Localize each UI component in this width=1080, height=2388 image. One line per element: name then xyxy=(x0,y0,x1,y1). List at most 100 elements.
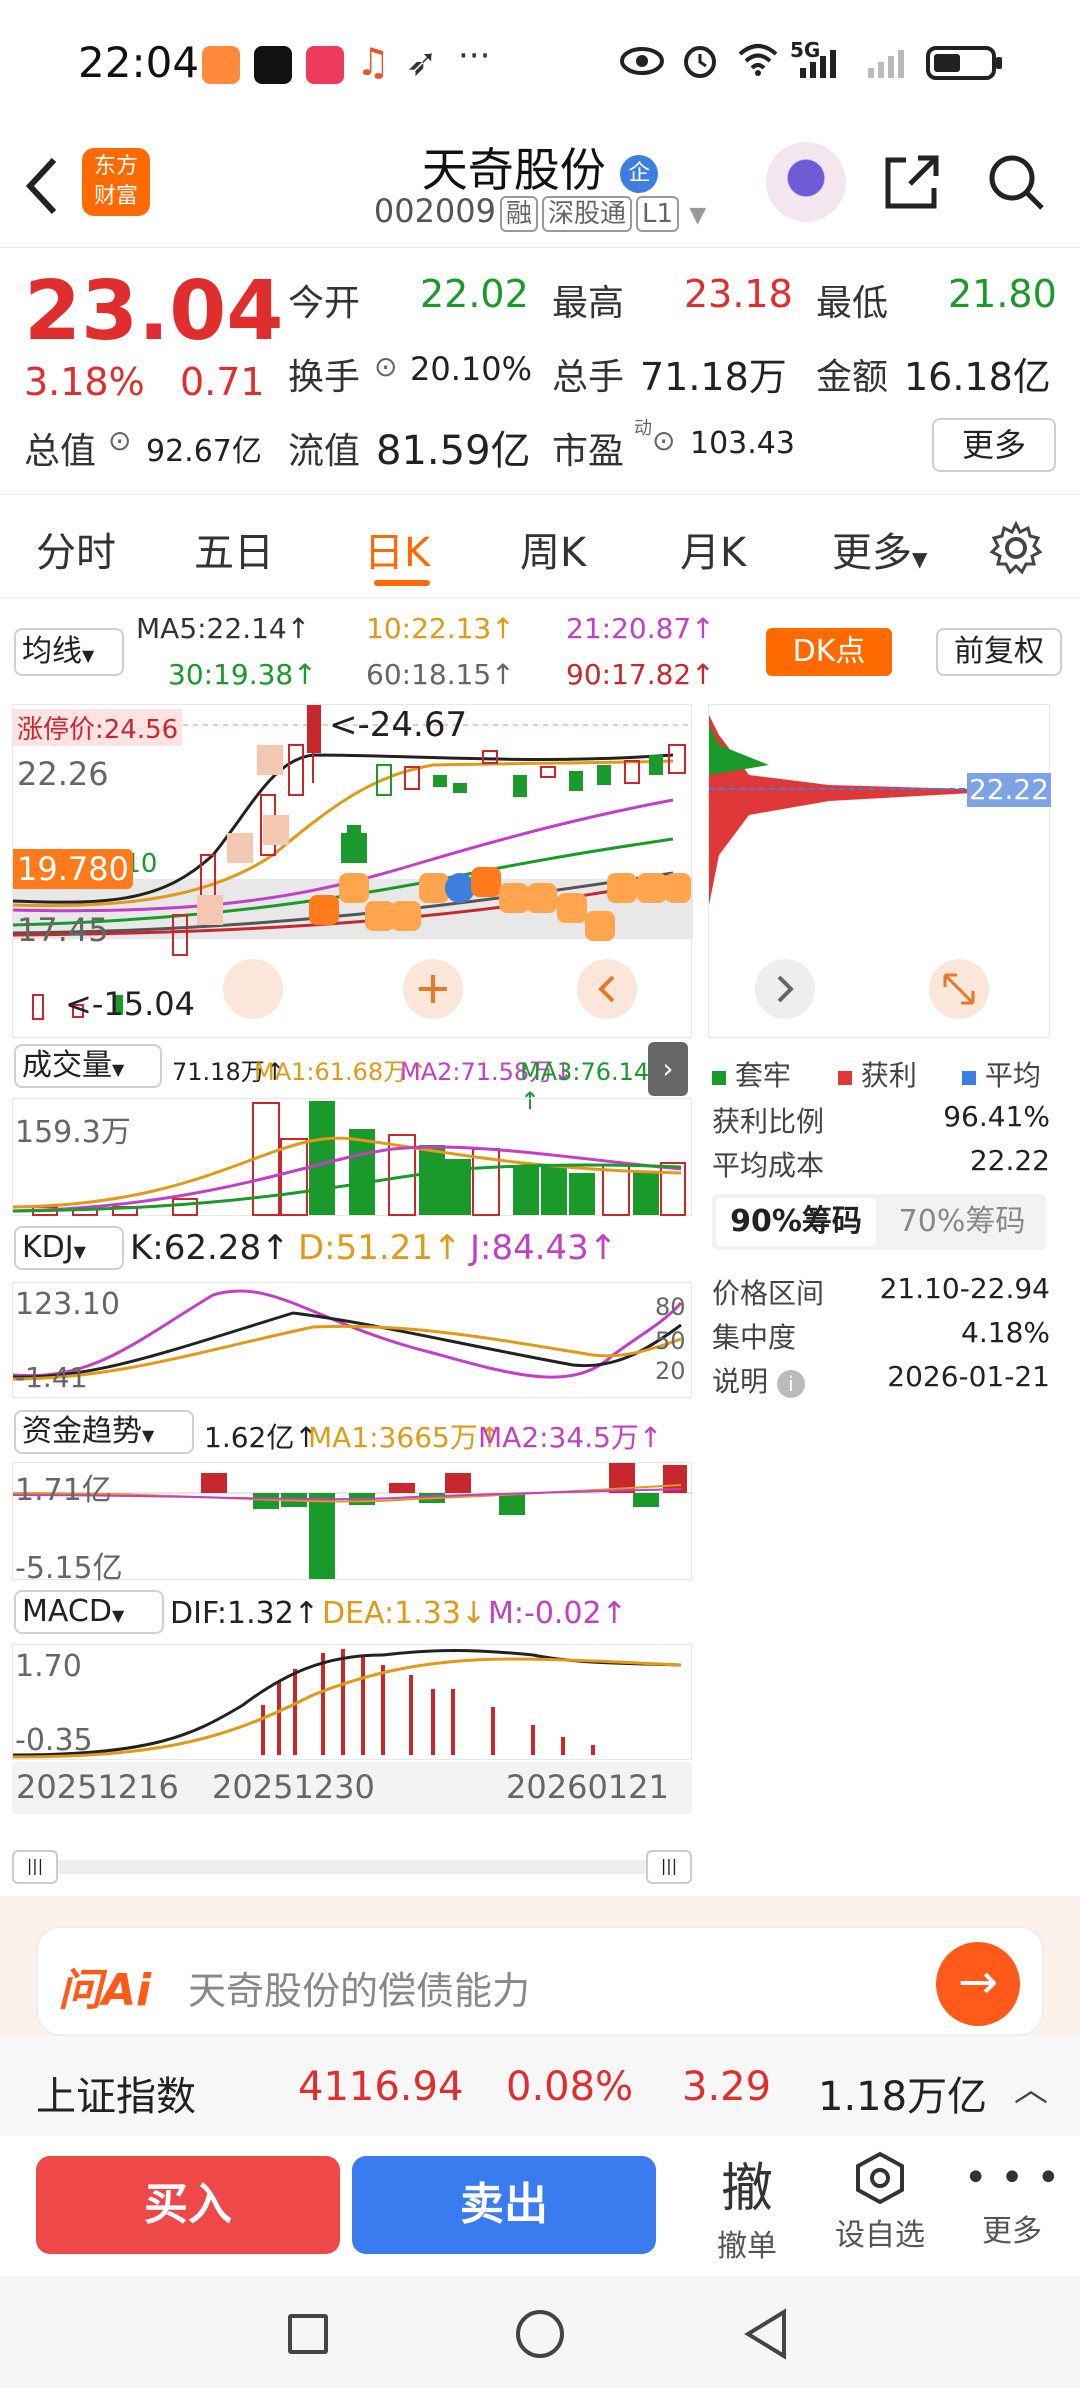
chip-distribution-chart[interactable]: 22.22 xyxy=(708,704,1051,1038)
settings-gear-icon[interactable] xyxy=(988,520,1044,576)
cancel-icon: 撤 xyxy=(720,2159,773,2219)
period-tabs: 分时 五日 日K 周K 月K 更多▼ xyxy=(0,498,1080,598)
current-price-tag: 19.780 xyxy=(13,849,133,889)
tab-chip-70[interactable]: 70%筹码 xyxy=(882,1198,1042,1246)
profit-chips xyxy=(709,715,1009,905)
note-label[interactable]: 说明 i xyxy=(712,1360,805,1400)
macd-chart[interactable]: 1.70 -0.35 xyxy=(12,1644,692,1760)
caret-down-icon: ▼ xyxy=(912,547,928,571)
pe-superscript: 动 xyxy=(634,418,652,439)
note-date: 2026-01-21 xyxy=(887,1360,1050,1393)
float-value: 81.59亿 xyxy=(376,428,531,474)
date-axis: 20251216 20251230 20260121 xyxy=(12,1762,692,1814)
ai-question-text[interactable]: 天奇股份的偿债能力 xyxy=(188,1960,530,2015)
legend-locked: 套牢 xyxy=(712,1054,791,1094)
more-quote-button[interactable]: 更多 xyxy=(932,418,1056,472)
profit-ratio-value: 96.41% xyxy=(943,1100,1050,1133)
caret-down-icon: ▼ xyxy=(112,1060,125,1079)
chevron-down-icon[interactable]: ▼ xyxy=(689,203,706,228)
ma-selector[interactable]: 均线▼ xyxy=(14,628,124,676)
chart-range-scrollbar[interactable]: ||| ||| xyxy=(12,1850,692,1884)
limit-up-label: 涨停价:24.56 xyxy=(13,709,183,746)
cancel-order-button[interactable]: 撤 撤单 xyxy=(700,2146,794,2265)
more-actions-button[interactable]: • • • 更多 xyxy=(960,2150,1064,2250)
date-label-2: 20251230 xyxy=(212,1768,375,1806)
add-watchlist-button[interactable]: 设自选 xyxy=(820,2150,940,2254)
dk-point-button[interactable]: DK点 xyxy=(766,628,892,676)
ai-robot-avatar-icon[interactable] xyxy=(766,142,846,222)
amount-label: 金额 xyxy=(816,357,889,398)
fund-selector[interactable]: 资金趋势▼ xyxy=(14,1410,194,1454)
info-icon[interactable]: i xyxy=(776,1370,805,1398)
tab-more[interactable]: 更多▼ xyxy=(832,520,927,578)
market-index-bar[interactable]: 上证指数 4116.94 0.08% 3.29 1.18万亿 ︿ xyxy=(0,2036,1080,2136)
kdj-y-low: -1.41 xyxy=(15,1361,88,1394)
chip-next-bg xyxy=(755,959,815,1019)
high-marker: <-24.67 xyxy=(329,705,468,745)
search-icon[interactable] xyxy=(984,150,1048,214)
y-axis-low-value: 15.04 xyxy=(103,985,195,1023)
kdj-chart[interactable]: 123.10 -1.41 80 50 20 xyxy=(12,1282,692,1398)
fund-selector-label: 资金趋势 xyxy=(22,1414,142,1449)
more-label: 更多 xyxy=(982,2214,1042,2249)
legend-avg-label: 平均 xyxy=(984,1059,1041,1092)
kdj-y-top: 123.10 xyxy=(15,1287,120,1322)
trade-bar: 买入 卖出 撤 撤单 设自选 • • • 更多 xyxy=(0,2136,1080,2276)
range-handle-right[interactable]: ||| xyxy=(646,1850,692,1884)
tab-monthly-k[interactable]: 月K xyxy=(680,520,746,578)
kline-chart[interactable]: 涨停价:24.56 <-24.67 22.26 20.10 19.780 17.… xyxy=(12,704,693,1038)
margin-tag: 融 xyxy=(500,196,539,232)
price-range-label: 价格区间 xyxy=(712,1277,825,1310)
info-icon[interactable]: ⊙ xyxy=(108,424,131,457)
chip-avg-price: 22.22 xyxy=(967,773,1051,807)
caret-down-icon: ▼ xyxy=(111,1606,125,1625)
quote-panel: 23.04 3.18% 0.71 今开 22.02 最高 23.18 最低 21… xyxy=(0,250,1080,495)
macd-selector[interactable]: MACD▼ xyxy=(14,1590,164,1634)
kdj-level-50: 50 xyxy=(655,1327,686,1355)
more-dots-icon: • • • xyxy=(963,2155,1061,2201)
enterprise-badge: 企 xyxy=(620,154,659,193)
status-time: 22:04 xyxy=(78,38,200,87)
tab-chip-90[interactable]: 90%筹码 xyxy=(716,1198,876,1246)
high-label: 最高 xyxy=(552,283,625,324)
recents-icon[interactable] xyxy=(288,2314,328,2354)
fund-chart[interactable]: 1.71亿 -5.15亿 xyxy=(12,1462,693,1586)
range-handle-left[interactable]: ||| xyxy=(12,1850,58,1884)
volume-chart[interactable]: 159.3万 xyxy=(12,1098,692,1216)
avg-cost-value: 22.22 xyxy=(969,1144,1050,1177)
level-tag: L1 xyxy=(636,196,680,232)
back-icon[interactable] xyxy=(744,2308,788,2360)
price-adjust-button[interactable]: 前复权 xyxy=(936,628,1062,676)
macd-y-top: 1.70 xyxy=(15,1649,82,1684)
macd-dif: DIF:1.32↑ xyxy=(170,1596,319,1631)
info-icon[interactable]: ⊙ xyxy=(652,424,675,457)
low-label: 最低 xyxy=(816,283,889,324)
system-nav-bar xyxy=(0,2276,1080,2388)
cancel-label: 撤单 xyxy=(717,2229,777,2264)
stock-header: 东方 财富 天奇股份 企 002009 融深股通 L1 ▼ xyxy=(0,130,1080,248)
turnover-label: 换手 xyxy=(288,357,361,398)
tab-weekly-k[interactable]: 周K xyxy=(520,520,586,578)
index-percent: 0.08% xyxy=(506,2064,634,2110)
share-icon[interactable] xyxy=(880,150,944,214)
ai-question-bar[interactable]: 问Ai 天奇股份的偿债能力 → xyxy=(36,1926,1044,2036)
sell-button[interactable]: 卖出 xyxy=(352,2156,656,2254)
kdj-selector-label: KDJ xyxy=(22,1230,74,1265)
index-value: 4116.94 xyxy=(298,2064,464,2110)
home-icon[interactable] xyxy=(516,2310,564,2358)
volume-selector[interactable]: 成交量▼ xyxy=(14,1044,162,1088)
info-icon[interactable]: ⊙ xyxy=(374,350,397,383)
arrow-right-icon[interactable]: → xyxy=(936,1942,1020,2026)
open-label: 今开 xyxy=(288,283,361,324)
tab-five-day[interactable]: 五日 xyxy=(194,520,274,578)
kdj-selector[interactable]: KDJ▼ xyxy=(14,1226,124,1270)
float-label: 流值 xyxy=(288,431,361,472)
tab-daily-k[interactable]: 日K xyxy=(364,520,430,578)
buy-button[interactable]: 买入 xyxy=(36,2156,340,2254)
tab-intraday[interactable]: 分时 xyxy=(36,520,116,578)
kdj-j: J:84.43↑ xyxy=(470,1228,618,1268)
legend-avg: 平均 xyxy=(962,1054,1041,1094)
chevron-up-icon[interactable]: ︿ xyxy=(1014,2062,1048,2111)
ma60-value: 60:18.15↑ xyxy=(366,658,515,691)
scroll-right-icon[interactable]: › xyxy=(648,1042,688,1096)
